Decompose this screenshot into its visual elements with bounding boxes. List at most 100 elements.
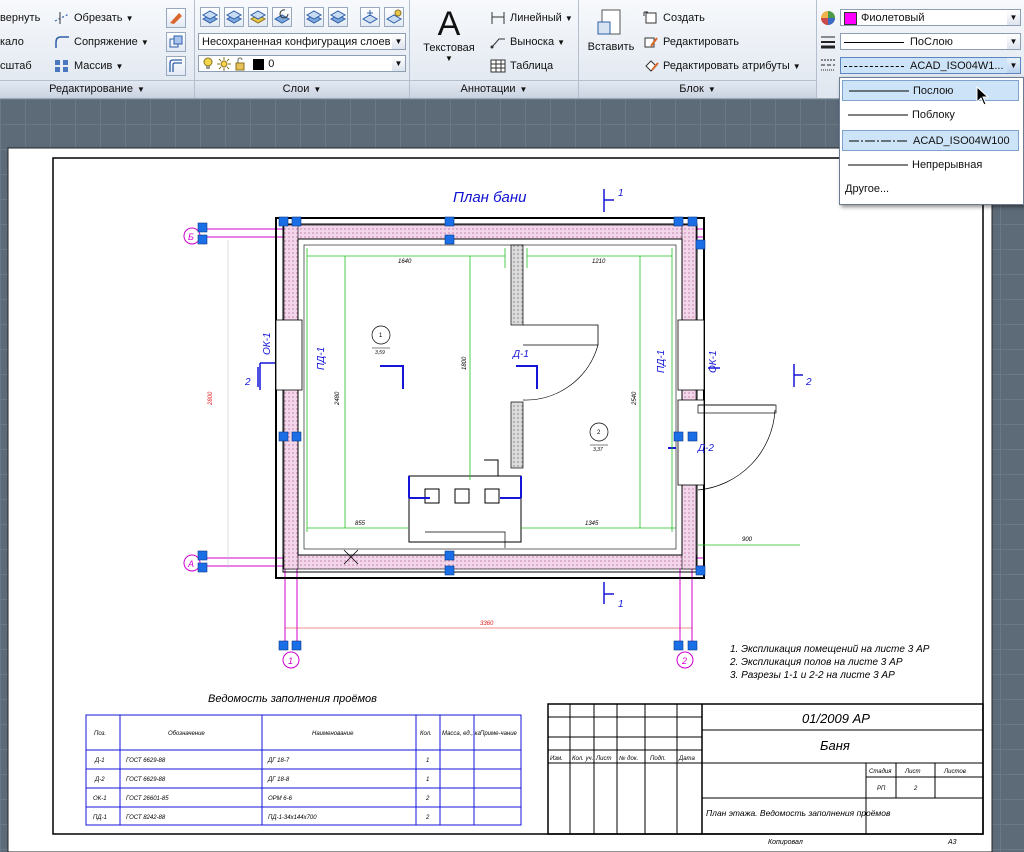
layer-stack-icon	[225, 10, 243, 24]
svg-text:ПД-1: ПД-1	[656, 350, 667, 373]
svg-text:1210: 1210	[592, 259, 606, 265]
svg-text:900: 900	[742, 537, 753, 543]
svg-text:А: А	[187, 559, 194, 569]
layer-state-combo[interactable]: Несохраненная конфигурация слоев ▼	[198, 33, 406, 50]
sheet-title: План этажа. Ведомость заполнения проёмов	[706, 808, 891, 818]
model-canvas[interactable]: План бани Б А 1 2 1640 1210 2480 1800 25…	[0, 99, 1024, 852]
rotate-button[interactable]: вернуть	[0, 8, 40, 28]
object-color-combo[interactable]: Фиолетовый ▼	[840, 9, 1021, 26]
array-button[interactable]: Массив ▼	[54, 56, 123, 76]
chevron-down-icon: ▼	[392, 34, 405, 49]
create-block-button[interactable]: Создать	[643, 8, 705, 28]
mirror-button[interactable]: кало	[0, 32, 24, 52]
linetype-option-byblock[interactable]: Поблоку	[842, 105, 1019, 126]
chevron-down-icon: ▼	[1007, 10, 1020, 25]
linear-dimension-button[interactable]: Линейный ▼	[490, 8, 573, 28]
offset-tool-button[interactable]	[166, 56, 186, 76]
trim-button[interactable]: Обрезать ▼	[54, 8, 134, 28]
linetype-option-continuous[interactable]: Непрерывная	[842, 155, 1019, 176]
fillet-icon	[55, 36, 69, 49]
svg-text:3360: 3360	[480, 621, 494, 627]
svg-text:3,37: 3,37	[593, 447, 603, 453]
drawing-sheet[interactable]: План бани Б А 1 2 1640 1210 2480 1800 25…	[0, 99, 1024, 852]
eraser-icon	[170, 13, 182, 24]
svg-text:ПД-1: ПД-1	[316, 347, 327, 370]
svg-text:ПД-1-34х144х700: ПД-1-34х144х700	[268, 815, 317, 821]
svg-text:2: 2	[425, 796, 430, 802]
linetype-option-bylayer[interactable]: Послою	[842, 80, 1019, 101]
modify-panel-title[interactable]: Редактирование ▼	[0, 80, 194, 98]
linetype-option-other[interactable]: Другое...	[845, 183, 889, 195]
copy-tool-button[interactable]	[166, 32, 186, 52]
insert-block-icon	[597, 9, 621, 35]
lineweight-icon[interactable]	[820, 34, 836, 50]
svg-text:Листов: Листов	[943, 769, 966, 775]
leader-icon	[490, 38, 505, 49]
line-preview	[848, 114, 908, 116]
current-layer-combo[interactable]: 0 ▼	[198, 55, 406, 72]
layer-unisolate-icon	[329, 10, 347, 24]
insert-block-button[interactable]: Вставить	[585, 8, 637, 64]
linetype-icon[interactable]	[820, 57, 836, 73]
scale-button[interactable]: сштаб	[0, 56, 32, 76]
layer-match-button[interactable]	[248, 7, 268, 27]
annotation-panel-title[interactable]: Аннотации ▼	[410, 80, 578, 98]
array-icon	[55, 60, 68, 73]
svg-text:ОК-1: ОК-1	[262, 332, 273, 355]
lineweight-combo[interactable]: ПоСлою ▼	[840, 33, 1021, 50]
linetype-option-acad-iso04w100[interactable]: ACAD_ISO04W100	[842, 130, 1019, 151]
svg-text:ГОСТ 6629-88: ГОСТ 6629-88	[126, 758, 166, 764]
project-name: Баня	[820, 738, 850, 753]
svg-text:Обозначение: Обозначение	[168, 731, 205, 737]
chevron-down-icon: ▼	[1007, 58, 1020, 73]
text-a-icon: A	[437, 5, 461, 43]
svg-text:Д-2: Д-2	[94, 777, 105, 783]
svg-text:1640: 1640	[398, 259, 412, 265]
svg-text:Б: Б	[188, 232, 194, 242]
svg-text:ГОСТ 6629-88: ГОСТ 6629-88	[126, 777, 166, 783]
edit-block-icon	[644, 37, 658, 48]
linetype-preview	[844, 65, 904, 67]
plan-title: План бани	[453, 189, 527, 206]
edit-attributes-button[interactable]: Редактировать атрибуты ▼	[643, 56, 801, 76]
dashdot-line-preview	[849, 140, 909, 142]
lineweight-preview	[844, 41, 904, 43]
create-block-icon	[643, 11, 657, 24]
svg-text:2800: 2800	[208, 391, 214, 406]
svg-text:Дата: Дата	[678, 756, 695, 762]
chevron-down-icon: ▼	[392, 56, 405, 71]
axis-bubble-b: Б	[183, 227, 201, 245]
linetype-combo[interactable]: ACAD_ISO04W1... ▼	[840, 57, 1021, 74]
layer-unisolate-button[interactable]	[328, 7, 348, 27]
color-wheel-icon[interactable]	[820, 10, 836, 26]
layers-panel-title[interactable]: Слои ▼	[195, 80, 409, 98]
layers-panel: Несохраненная конфигурация слоев ▼ 0 ▼ Сло…	[195, 0, 410, 98]
svg-text:2: 2	[805, 377, 812, 388]
svg-text:ДГ 18-8: ДГ 18-8	[267, 777, 290, 783]
table-icon	[490, 59, 506, 73]
layer-properties-button[interactable]	[200, 7, 220, 27]
schedule-title: Ведомость заполнения проёмов	[208, 693, 377, 705]
block-panel-title[interactable]: Блок ▼	[579, 80, 816, 98]
edit-block-button[interactable]: Редактировать	[643, 32, 739, 52]
layer-freeze-button[interactable]	[360, 7, 380, 27]
svg-text:ОРМ 6-6: ОРМ 6-6	[268, 796, 293, 802]
svg-text:Масса, ед., кг: Масса, ед., кг	[442, 731, 480, 737]
document-code: 01/2009 АР	[802, 711, 870, 726]
layer-isolate-button[interactable]	[304, 7, 324, 27]
layer-off-button[interactable]	[384, 7, 404, 27]
leader-button[interactable]: Выноска ▼	[490, 32, 565, 52]
erase-tool-button[interactable]	[166, 8, 186, 28]
layer-previous-icon	[273, 9, 291, 24]
axis-bubble-1: 1	[282, 651, 300, 669]
svg-text:1345: 1345	[585, 521, 599, 527]
svg-text:1: 1	[618, 188, 624, 199]
fillet-button[interactable]: Сопряжение ▼	[54, 32, 149, 52]
multiline-text-button[interactable]: A Текстовая ▼	[416, 6, 482, 66]
layer-properties-icon	[201, 10, 219, 24]
layer-previous-button[interactable]	[272, 7, 292, 27]
table-button[interactable]: Таблица	[490, 56, 553, 76]
svg-text:Изм.: Изм.	[550, 756, 563, 762]
layer-state-button[interactable]	[224, 7, 244, 27]
trim-icon	[54, 12, 70, 25]
